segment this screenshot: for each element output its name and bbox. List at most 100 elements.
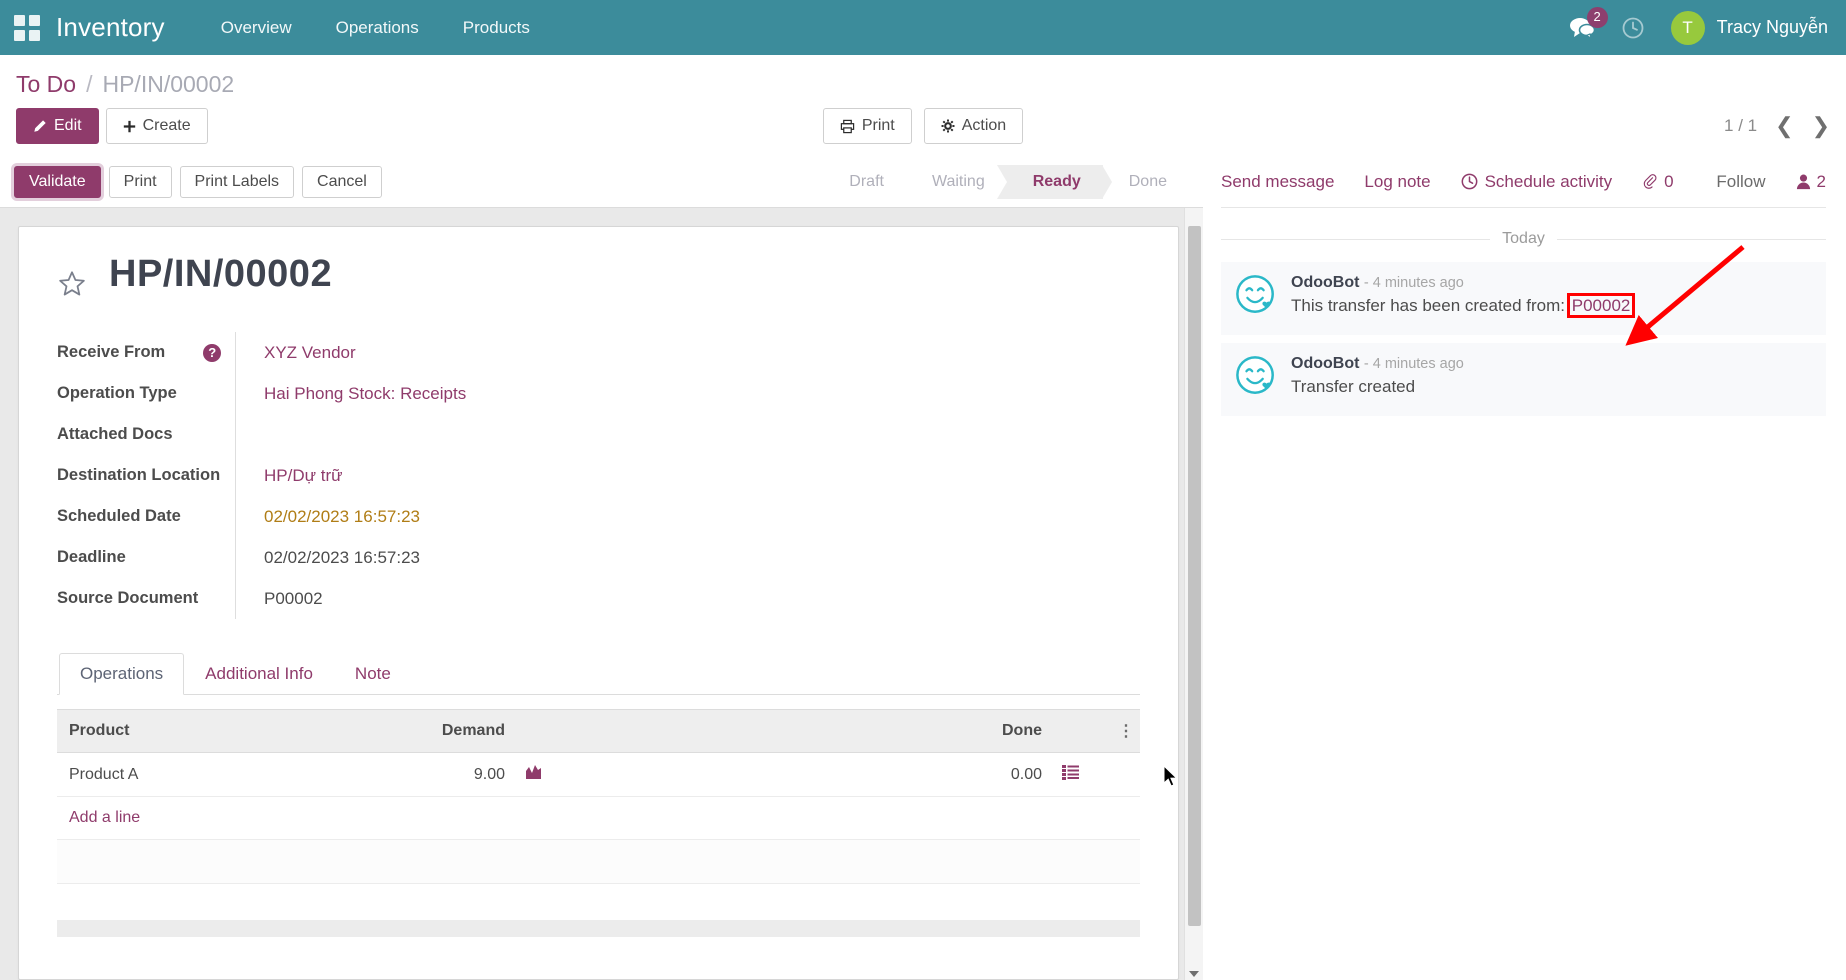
edit-button[interactable]: Edit: [16, 108, 99, 144]
field-row-scheduled-date: Scheduled Date 02/02/2023 16:57:23: [57, 496, 1140, 537]
statusbar-buttons: Validate Print Print Labels Cancel: [14, 166, 382, 198]
field-label-receive-from: Receive From ?: [57, 343, 235, 362]
status-step-ready[interactable]: Ready: [1007, 165, 1103, 199]
cell-demand[interactable]: 9.00: [272, 753, 517, 797]
message-timestamp: - 4 minutes ago: [1364, 275, 1464, 291]
table-row[interactable]: Product A 9.00 0.00: [57, 753, 1140, 797]
activity-clock-icon[interactable]: [1621, 16, 1645, 40]
action-dropdown-button[interactable]: Action: [924, 108, 1023, 144]
field-value-scheduled-date[interactable]: 02/02/2023 16:57:23: [264, 507, 420, 527]
chatter-message-body: OdooBot - 4 minutes ago Transfer created: [1291, 355, 1816, 402]
top-navbar: Inventory Overview Operations Products 2…: [0, 0, 1846, 55]
column-header-done-icon-spacer: [1054, 710, 1106, 753]
schedule-activity-button[interactable]: Schedule activity: [1461, 172, 1613, 192]
statusbar-print-button[interactable]: Print: [109, 166, 172, 198]
cell-done[interactable]: 0.00: [627, 753, 1054, 797]
message-author[interactable]: OdooBot: [1291, 274, 1359, 291]
menu-item-products[interactable]: Products: [441, 0, 552, 55]
form-notebook: Operations Additional Info Note: [57, 653, 1140, 884]
field-row-deadline: Deadline 02/02/2023 16:57:23: [57, 537, 1140, 578]
field-label-attached-docs: Attached Docs: [57, 425, 235, 444]
field-divider: [235, 455, 236, 496]
user-icon: [1796, 174, 1811, 190]
cancel-button[interactable]: Cancel: [302, 166, 382, 198]
messages-badge-count: 2: [1587, 7, 1608, 28]
form-pane: Validate Print Print Labels Cancel Draft…: [0, 156, 1203, 980]
field-label-operation-type: Operation Type: [57, 384, 235, 403]
pencil-icon: [33, 119, 47, 133]
record-pager: 1 / 1 ❮ ❯: [1724, 115, 1830, 137]
app-brand-title[interactable]: Inventory: [56, 12, 165, 43]
message-author[interactable]: OdooBot: [1291, 355, 1359, 372]
column-header-demand[interactable]: Demand: [272, 710, 517, 753]
validate-button[interactable]: Validate: [14, 166, 101, 198]
field-value-receive-from[interactable]: XYZ Vendor: [264, 343, 356, 363]
messages-button[interactable]: 2: [1569, 17, 1595, 39]
tab-note[interactable]: Note: [334, 653, 412, 695]
column-header-product[interactable]: Product: [57, 710, 272, 753]
form-sheet: HP/IN/00002 Receive From ? XYZ Vendor Op: [18, 226, 1179, 980]
scrollbar-thumb[interactable]: [1188, 226, 1201, 926]
field-label-text: Source Document: [57, 589, 198, 608]
form-fields: Receive From ? XYZ Vendor Operation Type…: [57, 332, 1140, 619]
create-button[interactable]: Create: [106, 108, 208, 144]
field-label-text: Deadline: [57, 548, 126, 567]
field-label-text: Destination Location: [57, 466, 220, 485]
field-value-operation-type[interactable]: Hai Phong Stock: Receipts: [264, 384, 466, 404]
breadcrumb-item-todo[interactable]: To Do: [16, 71, 76, 98]
main-content: Validate Print Print Labels Cancel Draft…: [0, 156, 1846, 980]
day-divider-label: Today: [1490, 230, 1557, 247]
forecast-chart-icon[interactable]: [517, 753, 627, 797]
attachments-button[interactable]: 0: [1642, 172, 1673, 192]
add-a-line-button[interactable]: Add a line: [57, 797, 1140, 840]
page-title: HP/IN/00002: [109, 255, 332, 295]
control-panel-center-buttons: Print Action: [0, 108, 1846, 144]
print-dropdown-button[interactable]: Print: [823, 108, 912, 144]
print-button-label: Print: [862, 116, 895, 136]
user-menu[interactable]: T Tracy Nguyễn: [1671, 11, 1828, 45]
apps-grid-cell: [29, 30, 40, 41]
column-header-done[interactable]: Done: [627, 710, 1054, 753]
clock-icon: [1461, 173, 1478, 190]
field-divider: [235, 496, 236, 537]
control-panel-left-buttons: Edit Create: [16, 108, 208, 144]
source-document-link-highlighted[interactable]: P00002: [1570, 296, 1633, 315]
status-step-draft[interactable]: Draft: [823, 165, 906, 199]
chatter-toolbar: Send message Log note Schedule activity …: [1221, 156, 1826, 208]
avatar: T: [1671, 11, 1705, 45]
navbar-right-group: 2 T Tracy Nguyễn: [1569, 11, 1828, 45]
field-value-destination-location[interactable]: HP/Dự trữ: [264, 466, 342, 486]
followers-button[interactable]: 2: [1796, 172, 1826, 192]
detailed-operations-icon[interactable]: [1054, 753, 1106, 797]
cell-product[interactable]: Product A: [57, 753, 272, 797]
apps-grid-cell: [14, 30, 25, 41]
optional-columns-toggle-icon[interactable]: ⋮: [1106, 710, 1140, 753]
tab-additional-info[interactable]: Additional Info: [184, 653, 334, 695]
field-value-deadline[interactable]: 02/02/2023 16:57:23: [264, 548, 420, 568]
field-value-source-document[interactable]: P00002: [264, 589, 323, 609]
field-label-text: Operation Type: [57, 384, 177, 403]
form-vertical-scrollbar[interactable]: [1184, 208, 1203, 980]
follow-button[interactable]: Follow: [1716, 172, 1765, 192]
breadcrumb: To Do / HP/IN/00002: [0, 55, 1846, 104]
status-step-done[interactable]: Done: [1103, 165, 1189, 199]
pager-next-icon[interactable]: ❯: [1812, 115, 1830, 137]
chatter-message: OdooBot - 4 minutes ago Transfer created: [1221, 343, 1826, 416]
pager-previous-icon[interactable]: ❮: [1775, 115, 1793, 137]
field-divider: [235, 332, 236, 373]
chatter-message-text: Transfer created: [1291, 377, 1816, 397]
print-labels-button[interactable]: Print Labels: [180, 166, 295, 198]
menu-item-overview[interactable]: Overview: [199, 0, 314, 55]
form-sheet-wrapper: HP/IN/00002 Receive From ? XYZ Vendor Op: [0, 208, 1203, 980]
log-note-button[interactable]: Log note: [1364, 172, 1430, 192]
star-outline-icon[interactable]: [57, 269, 87, 304]
field-divider: [235, 537, 236, 578]
help-tooltip-icon[interactable]: ?: [203, 344, 221, 362]
field-label-text: Scheduled Date: [57, 507, 181, 526]
menu-item-operations[interactable]: Operations: [314, 0, 441, 55]
tab-operations[interactable]: Operations: [59, 653, 184, 695]
apps-grid-icon[interactable]: [14, 15, 40, 41]
status-step-waiting[interactable]: Waiting: [906, 165, 1007, 199]
scrollbar-down-arrow-icon[interactable]: [1189, 971, 1199, 977]
send-message-button[interactable]: Send message: [1221, 172, 1334, 192]
